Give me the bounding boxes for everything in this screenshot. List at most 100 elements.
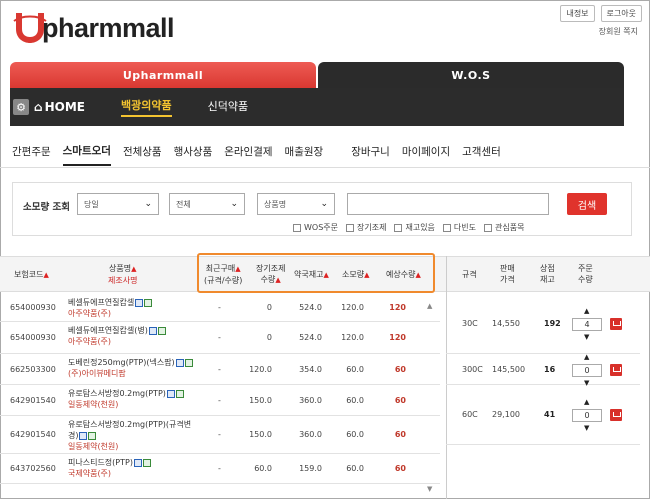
scroll-up-icon[interactable]: ▲: [427, 302, 432, 310]
cart-icon[interactable]: [610, 364, 622, 376]
category-select[interactable]: 전체 ⌄: [169, 193, 245, 215]
checkbox-favorites[interactable]: 관심품목: [484, 222, 524, 233]
cell-consume: 60.0: [346, 365, 364, 374]
menu-sales-ledger[interactable]: 매출원장: [285, 138, 324, 165]
qty-increase-icon[interactable]: ▲: [584, 398, 589, 406]
cell-product[interactable]: 베셀듀에프연질캅셀(병) 아주약품(주): [68, 325, 198, 347]
image-badge-icon[interactable]: [184, 358, 193, 367]
image-badge-icon[interactable]: [144, 298, 153, 307]
product-maker: 일동제약(천원): [68, 400, 119, 409]
cart-icon[interactable]: [610, 409, 622, 421]
image-badge-icon[interactable]: [88, 431, 97, 440]
image-badge-icon[interactable]: [157, 326, 166, 335]
image-badge-icon[interactable]: [175, 389, 184, 398]
cell-consume: 120.0: [341, 333, 364, 342]
cell-spec: 300C: [462, 365, 483, 374]
tab-upharmmall[interactable]: Upharmmall: [10, 62, 316, 88]
nav-item-baekgwang[interactable]: 백광의약품: [120, 97, 172, 117]
quantity-input[interactable]: 0: [572, 364, 602, 377]
qty-decrease-icon[interactable]: ▼: [584, 333, 589, 341]
cell-product[interactable]: 도베린정250mg(PTP)(넥스팜) (주)아이뷰메디팜: [68, 357, 198, 379]
quantity-input[interactable]: 0: [572, 409, 602, 422]
my-info-button[interactable]: 내정보: [560, 5, 595, 22]
cell-price: 14,550: [492, 319, 520, 328]
chevron-down-icon: ⌄: [144, 199, 152, 209]
cell-product[interactable]: 유로탐스서방정0.2mg(PTP) 일동제약(천원): [68, 388, 198, 410]
search-button[interactable]: 검색: [567, 193, 607, 215]
menu-event-products[interactable]: 행사상품: [174, 138, 213, 165]
product-maker: 아주약품(주): [68, 337, 112, 346]
menu-quick-order[interactable]: 간편주문: [12, 138, 51, 165]
cell-product[interactable]: 유로탐스서방정0.2mg(PTP)(규격변경) 일동제약(천원): [68, 419, 198, 452]
menu-online-payment[interactable]: 온라인결제: [224, 138, 272, 165]
search-input[interactable]: [347, 193, 549, 215]
table-row[interactable]: 642901540 유로탐스서방정0.2mg(PTP) 일동제약(천원) - 150.0…: [0, 385, 440, 416]
product-name[interactable]: 베셀듀에프연질캅셀: [68, 298, 134, 307]
table-row[interactable]: 654000930 베셀듀에프연질캅셀 아주약품(주) - 0 524.0 120.0 120: [0, 294, 440, 322]
logout-button[interactable]: 로그아웃: [600, 5, 642, 22]
qty-increase-icon[interactable]: ▲: [584, 353, 589, 361]
scroll-down-icon[interactable]: ▼: [427, 485, 432, 493]
info-badge-icon[interactable]: [133, 458, 142, 467]
qty-increase-icon[interactable]: ▲: [584, 307, 589, 315]
cell-spec: 30C: [462, 319, 478, 328]
order-row: 30C 14,550 192 ▲ 4 ▼: [446, 294, 640, 354]
cell-recent: -: [218, 430, 221, 439]
cell-product[interactable]: 피나스티드정(PTP) 국제약품(주): [68, 457, 198, 479]
product-name[interactable]: 유로탐스서방정0.2mg(PTP): [68, 389, 166, 398]
nav-item-sinduk[interactable]: 신덕약품: [208, 98, 248, 116]
info-badge-icon[interactable]: [175, 358, 184, 367]
cart-icon[interactable]: [610, 318, 622, 330]
table-row[interactable]: 662503300 도베린정250mg(PTP)(넥스팜) (주)아이뷰메디팜 - 12…: [0, 354, 440, 385]
menu-cart[interactable]: 장바구니: [351, 138, 390, 165]
checkbox-wos[interactable]: WOS주문: [293, 222, 338, 233]
th-name[interactable]: 상품명▲ 제조사명: [108, 263, 137, 286]
cell-code: 654000930: [10, 303, 56, 312]
period-select[interactable]: 당일 ⌄: [77, 193, 159, 215]
table-row[interactable]: 654000930 베셀듀에프연질캅셀(병) 아주약품(주) - 0 524.0 120.0…: [0, 322, 440, 354]
search-panel: 소모량 조회 당일 ⌄ 전체 ⌄ 상품명 ⌄ 검색 WOS주문 장기조제 재고있…: [12, 182, 632, 236]
product-name[interactable]: 피나스티드정(PTP): [68, 458, 133, 467]
quantity-input[interactable]: 4: [572, 318, 602, 331]
checkbox-in-stock[interactable]: 재고있음: [394, 222, 435, 233]
cell-expected: 60: [394, 365, 406, 374]
table-row[interactable]: 642901540 유로탐스서방정0.2mg(PTP)(규격변경) 일동제약(천원)…: [0, 416, 440, 454]
cell-expected: 60: [394, 396, 406, 405]
cell-stock: 360.0: [299, 430, 322, 439]
home-link[interactable]: ⌂ HOME: [34, 100, 85, 114]
main-menu: 간편주문 스마트오더 전체상품 행사상품 온라인결제 매출원장 장바구니 마이페…: [0, 136, 650, 168]
cell-market-stock: 192: [544, 319, 561, 328]
menu-customer-center[interactable]: 고객센터: [462, 138, 501, 165]
menu-mypage[interactable]: 마이페이지: [402, 138, 450, 165]
cell-long-term: 0: [266, 303, 272, 312]
info-badge-icon[interactable]: [148, 326, 157, 335]
field-select[interactable]: 상품명 ⌄: [257, 193, 335, 215]
cell-recent: -: [218, 333, 221, 342]
info-badge-icon[interactable]: [166, 389, 175, 398]
image-badge-icon[interactable]: [142, 458, 151, 467]
checkbox-box: [394, 223, 403, 232]
checkbox-frequent[interactable]: 다빈도: [442, 222, 476, 233]
info-badge-icon[interactable]: [135, 298, 144, 307]
member-links[interactable]: 장회원 쪽지: [599, 26, 638, 37]
gear-icon[interactable]: ⚙: [13, 99, 29, 115]
checkbox-long-term[interactable]: 장기조제: [346, 222, 386, 233]
product-name[interactable]: 도베린정250mg(PTP)(넥스팜): [68, 358, 175, 367]
cell-product[interactable]: 베셀듀에프연질캅셀 아주약품(주): [68, 297, 198, 319]
menu-all-products[interactable]: 전체상품: [123, 138, 162, 165]
logo[interactable]: pharmmall: [12, 6, 175, 46]
tab-wos[interactable]: W.O.S: [318, 62, 624, 88]
logo-text: pharmmall: [42, 12, 175, 43]
filter-checkboxes: WOS주문 장기조제 재고있음 다빈도 관심품목: [293, 222, 524, 233]
qty-decrease-icon[interactable]: ▼: [584, 424, 589, 432]
menu-smart-order[interactable]: 스마트오더: [62, 137, 111, 166]
cell-stock: 159.0: [299, 464, 322, 473]
order-row: 60C 29,100 41 ▲ 0 ▼: [446, 385, 640, 445]
table-row[interactable]: 643702560 피나스티드정(PTP) 국제약품(주) - 60.0 159.0 60.…: [0, 454, 440, 484]
checkbox-label: WOS주문: [304, 223, 339, 232]
th-code[interactable]: 보험코드▲: [14, 269, 49, 281]
cell-code: 643702560: [10, 464, 56, 473]
checkbox-label: 장기조제: [357, 223, 387, 232]
product-name[interactable]: 베셀듀에프연질캅셀(병): [68, 326, 148, 335]
info-badge-icon[interactable]: [79, 431, 88, 440]
